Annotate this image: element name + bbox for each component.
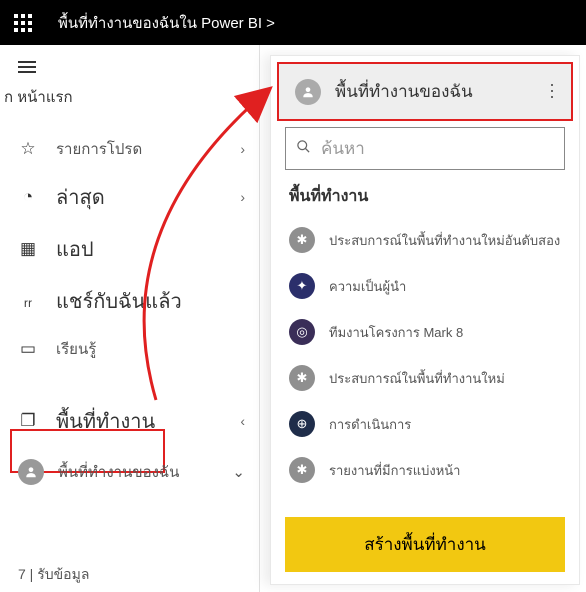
chevron-right-icon: › — [240, 141, 245, 157]
workspace-item[interactable]: ✱ รายงานที่มีการแบ่งหน้า — [271, 447, 579, 493]
chevron-down-icon: ⌄ — [232, 463, 245, 481]
search-icon — [296, 139, 311, 159]
workspace-item-label: ทีมงานโครงการ Mark 8 — [329, 322, 463, 343]
nav-favorites[interactable]: ☆ รายการโปรด › — [0, 127, 259, 171]
workspace-item-icon: ◎ — [289, 319, 315, 345]
workspace-item-icon: ✱ — [289, 227, 315, 253]
nav-recent-label: ล่าสุด — [56, 181, 105, 213]
workspace-header[interactable]: พื้นที่ทำงานของฉัน ⋯ — [277, 62, 573, 121]
workspace-section-title: พื้นที่ทำงาน — [271, 170, 579, 213]
workspace-item-label: การดำเนินการ — [329, 414, 411, 435]
person-icon — [295, 79, 321, 105]
clock-icon: ◔ — [18, 187, 38, 207]
top-bar: พื้นที่ทำงานของฉันใน Power BI > — [0, 0, 586, 45]
book-icon: ▭ — [18, 339, 38, 359]
app-launcher-icon[interactable] — [14, 14, 32, 32]
workspace-header-title: พื้นที่ทำงานของฉัน — [335, 78, 473, 105]
workspaces-icon: ❐ — [18, 411, 38, 431]
apps-icon: ▦ — [18, 239, 38, 259]
workspace-item[interactable]: ◎ ทีมงานโครงการ Mark 8 — [271, 309, 579, 355]
left-nav: ก หน้าแรก ☆ รายการโปรด › ◔ ล่าสุด › ▦ แอ… — [0, 45, 260, 592]
nav-workspaces-label: พื้นที่ทำงาน — [56, 405, 155, 437]
star-icon: ☆ — [18, 139, 38, 159]
workspace-item-label: ประสบการณ์ในพื้นที่ทำงานใหม่ — [329, 368, 505, 389]
search-placeholder: ค้นหา — [321, 135, 365, 162]
person-icon — [18, 459, 44, 485]
chevron-left-icon: ‹ — [240, 413, 245, 429]
workspace-item-icon: ✦ — [289, 273, 315, 299]
nav-apps[interactable]: ▦ แอป — [0, 223, 259, 275]
workspace-panel: พื้นที่ทำงานของฉัน ⋯ ค้นหา พื้นที่ทำงาน … — [270, 55, 580, 585]
nav-my-workspace-label: พื้นที่ทำงานของฉัน — [58, 460, 179, 484]
workspace-item-label: ประสบการณ์ในพื้นที่ทำงานใหม่อันดับสอง — [329, 230, 560, 251]
nav-shared-label: แชร์กับฉันแล้ว — [56, 285, 182, 317]
workspace-item[interactable]: ⊕ การดำเนินการ — [271, 401, 579, 447]
create-workspace-button[interactable]: สร้างพื้นที่ทำงาน — [285, 517, 565, 572]
get-data-link[interactable]: 7 | รับข้อมูล — [18, 564, 89, 586]
workspace-item[interactable]: ✱ ประสบการณ์ในพื้นที่ทำงานใหม่อันดับสอง — [271, 217, 579, 263]
chevron-right-icon: › — [240, 189, 245, 205]
nav-workspaces[interactable]: ❐ พื้นที่ทำงาน ‹ — [0, 395, 259, 447]
nav-favorites-label: รายการโปรด — [56, 137, 142, 161]
nav-apps-label: แอป — [56, 233, 94, 265]
shared-icon: ᵣᵣ — [18, 291, 38, 311]
nav-my-workspace[interactable]: พื้นที่ทำงานของฉัน ⌄ — [0, 447, 259, 497]
nav-home[interactable]: ก หน้าแรก — [0, 67, 259, 127]
breadcrumb[interactable]: พื้นที่ทำงานของฉันใน Power BI > — [58, 11, 275, 35]
nav-shared[interactable]: ᵣᵣ แชร์กับฉันแล้ว — [0, 275, 259, 327]
workspace-item-icon: ✱ — [289, 365, 315, 391]
workspace-item[interactable]: ✱ ประสบการณ์ในพื้นที่ทำงานใหม่ — [271, 355, 579, 401]
more-icon[interactable]: ⋯ — [541, 82, 562, 101]
workspace-item-label: ความเป็นผู้นำ — [329, 276, 406, 297]
workspace-item[interactable]: ✦ ความเป็นผู้นำ — [271, 263, 579, 309]
workspace-item-icon: ⊕ — [289, 411, 315, 437]
nav-recent[interactable]: ◔ ล่าสุด › — [0, 171, 259, 223]
hamburger-button[interactable] — [0, 45, 259, 67]
workspace-item-label: รายงานที่มีการแบ่งหน้า — [329, 460, 460, 481]
search-input[interactable]: ค้นหา — [285, 127, 565, 170]
nav-learn-label: เรียนรู้ — [56, 337, 96, 361]
nav-learn[interactable]: ▭ เรียนรู้ — [0, 327, 259, 371]
workspace-item-icon: ✱ — [289, 457, 315, 483]
workspace-list: ✱ ประสบการณ์ในพื้นที่ทำงานใหม่อันดับสอง ✦ ค… — [271, 213, 579, 497]
